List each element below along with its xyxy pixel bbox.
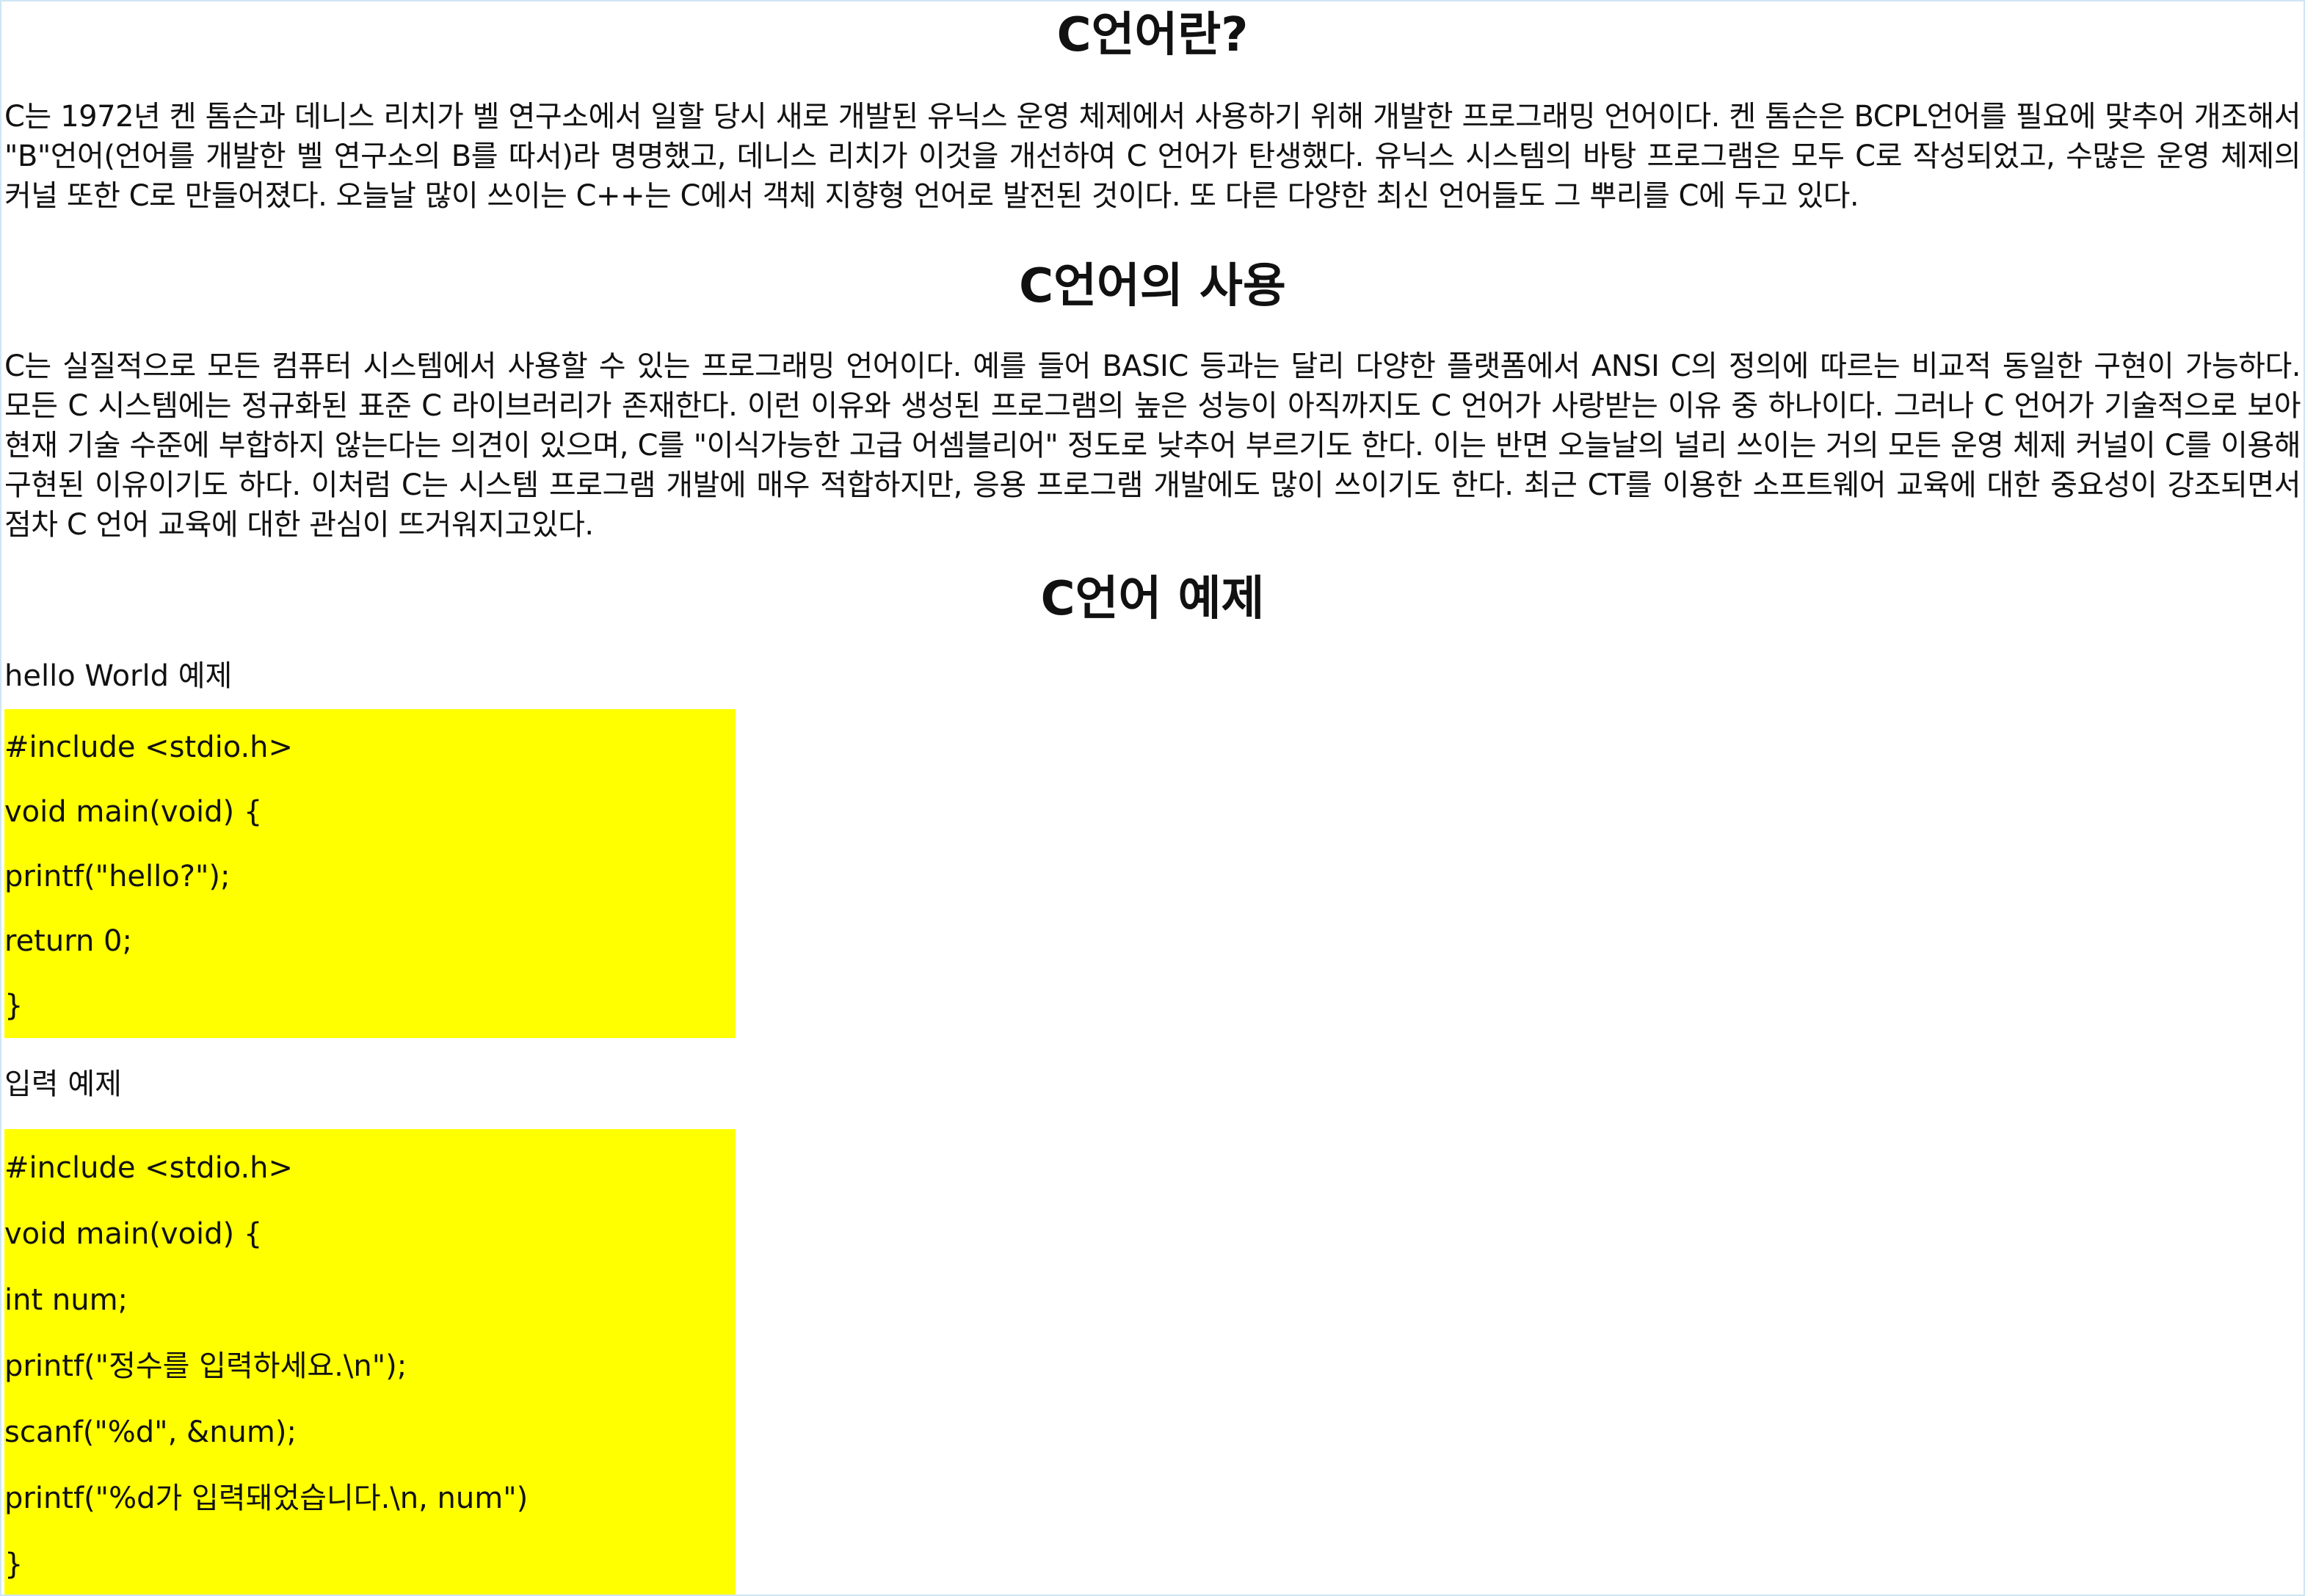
code-line: void main(void) {: [4, 795, 263, 829]
input-example-code-block: #include <stdio.h> void main(void) { int…: [4, 1129, 736, 1595]
code-line: printf("%d가 입력돼었습니다.\n, num"): [4, 1481, 529, 1515]
hello-world-code-block: #include <stdio.h> void main(void) { pri…: [4, 709, 736, 1038]
section-title-c-usage: C언어의 사용: [1019, 259, 1286, 313]
code-line: printf("hello?");: [4, 860, 230, 893]
page-title-what-is-c: C언어란?: [1056, 8, 1249, 62]
code-line: #include <stdio.h>: [4, 730, 294, 764]
code-line: scanf("%d", &num);: [4, 1415, 297, 1449]
page-content: C언어란? C는 1972년 켄 톰슨과 데니스 리치가 벨 연구소에서 일할 …: [1, 1, 2304, 1595]
paragraph-what-is-c: C는 1972년 켄 톰슨과 데니스 리치가 벨 연구소에서 일할 당시 새로 …: [4, 100, 2301, 213]
code-line: }: [4, 989, 23, 1023]
section-title-c-examples: C언어 예제: [1040, 572, 1265, 626]
input-example-label: 입력 예제: [4, 1067, 122, 1101]
code-line: void main(void) {: [4, 1217, 263, 1251]
code-line: printf("정수를 입력하세요.\n");: [4, 1349, 407, 1383]
code-line: return 0;: [4, 924, 132, 958]
code-line: #include <stdio.h>: [4, 1151, 294, 1185]
code-line: int num;: [4, 1283, 128, 1317]
hello-world-example-label: hello World 예제: [4, 659, 233, 693]
paragraph-c-usage: C는 실질적으로 모든 컴퓨터 시스템에서 사용할 수 있는 프로그래밍 언어이…: [4, 349, 2301, 542]
code-line: }: [4, 1548, 23, 1581]
